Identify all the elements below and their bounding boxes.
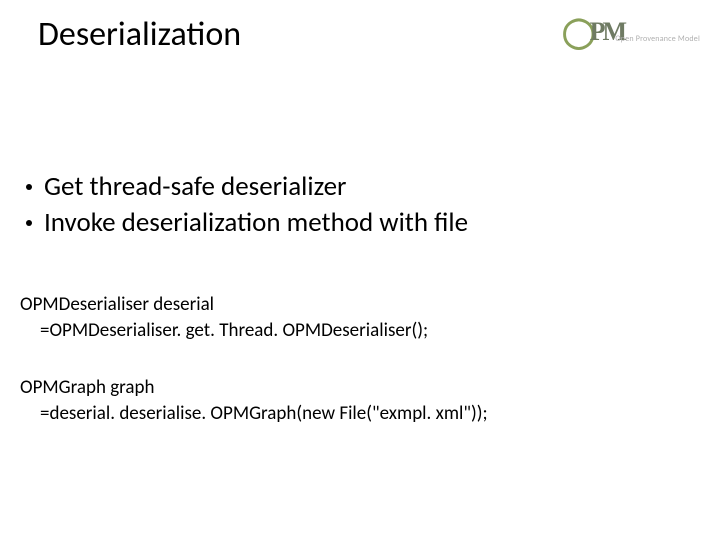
opm-logo-subtitle: Open Provenance Model — [615, 34, 700, 44]
code-line: =OPMDeserialiser. get. Thread. OPMDeseri… — [20, 318, 680, 344]
logo-ring-icon: ◯ — [562, 15, 593, 50]
page-title: Deserialization — [38, 14, 241, 55]
bullet-text: Invoke deserialization method with file — [44, 206, 468, 240]
slide: Deserialization ◯PM Open Provenance Mode… — [0, 0, 720, 540]
opm-logo: ◯PM — [562, 8, 702, 56]
bullet-icon — [26, 220, 32, 226]
code-block-1: OPMDeserialiser deserial =OPMDeserialise… — [20, 292, 680, 343]
code-block-2: OPMGraph graph =deserial. deserialise. O… — [20, 375, 680, 426]
code-line: OPMDeserialiser deserial — [20, 293, 214, 316]
list-item: Invoke deserialization method with file — [20, 206, 680, 240]
code-line: OPMGraph graph — [20, 376, 154, 399]
code-line: =deserial. deserialise. OPMGraph(new Fil… — [20, 401, 680, 427]
opm-logo-mark: ◯PM — [562, 15, 624, 50]
bullet-icon — [26, 184, 32, 190]
list-item: Get thread-safe deserializer — [20, 170, 680, 204]
bullet-list: Get thread-safe deserializer Invoke dese… — [20, 170, 680, 242]
bullet-text: Get thread-safe deserializer — [44, 170, 346, 204]
